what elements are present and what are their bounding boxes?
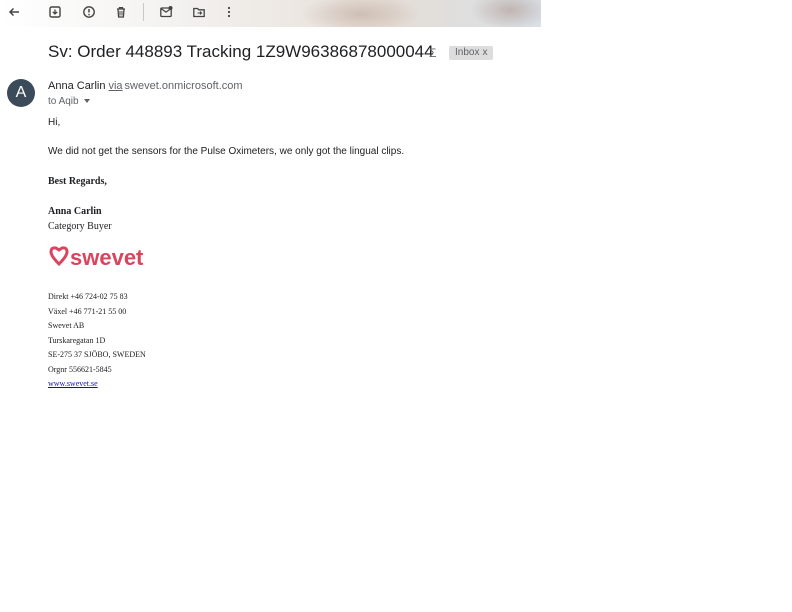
signature-org-number: Orgnr 556621-5845 (48, 365, 112, 374)
more-options-icon (227, 6, 231, 18)
move-to-icon (193, 7, 205, 18)
signature-name: Anna Carlin (48, 206, 102, 217)
signature-switchboard-phone: Växel +46 771-21 55 00 (48, 307, 127, 316)
background-decoration (470, 0, 541, 27)
back-button[interactable] (3, 2, 25, 22)
avatar[interactable]: A (7, 79, 35, 107)
sender-domain: swevet.onmicrosoft.com (124, 80, 243, 92)
back-arrow-icon (8, 7, 19, 17)
email-subject: Sv: Order 448893 Tracking 1Z9W9638687800… (48, 42, 434, 61)
signature-title: Category Buyer (48, 221, 112, 232)
remove-label-icon[interactable]: x (482, 47, 487, 58)
report-spam-button[interactable] (78, 2, 100, 22)
archive-button[interactable] (44, 2, 66, 22)
important-marker-icon[interactable]: Σ (429, 46, 436, 60)
swevet-logo: swevet (49, 245, 144, 270)
mark-unread-icon (160, 6, 173, 18)
move-to-button[interactable] (188, 2, 210, 22)
via-link[interactable]: via (108, 80, 122, 92)
sender-name[interactable]: Anna Carlin (48, 80, 105, 92)
report-spam-icon (83, 6, 95, 18)
archive-icon (49, 6, 61, 18)
delete-button[interactable] (110, 2, 132, 22)
signature-website-link[interactable]: www.swevet.se (48, 379, 98, 388)
closing: Best Regards, (48, 176, 107, 187)
logo-text: swevet (70, 245, 144, 270)
signature-city: SE-275 37 SJÖBO, SWEDEN (48, 350, 146, 359)
chevron-down-icon[interactable] (83, 99, 90, 104)
recipient-details[interactable]: to Aqib (48, 96, 90, 107)
label-text: Inbox (455, 47, 480, 58)
signature-company: Swevet AB (48, 321, 85, 330)
background-decoration (300, 0, 420, 27)
mark-unread-button[interactable] (155, 2, 177, 22)
signature-street: Turskaregatan 1D (48, 336, 106, 345)
delete-icon (117, 6, 125, 18)
inbox-label-chip[interactable]: Inbox x (449, 46, 494, 60)
to-text: to Aqib (48, 96, 79, 107)
message-body: We did not get the sensors for the Pulse… (48, 146, 405, 157)
sender-line: Anna Carlin via swevet.onmicrosoft.com (48, 80, 243, 92)
toolbar-divider (143, 3, 144, 21)
signature-direct-phone: Direkt +46 724-02 75 83 (48, 292, 128, 301)
more-options-button[interactable] (218, 2, 240, 22)
greeting: Hi, (48, 117, 61, 128)
toolbar (0, 0, 541, 27)
